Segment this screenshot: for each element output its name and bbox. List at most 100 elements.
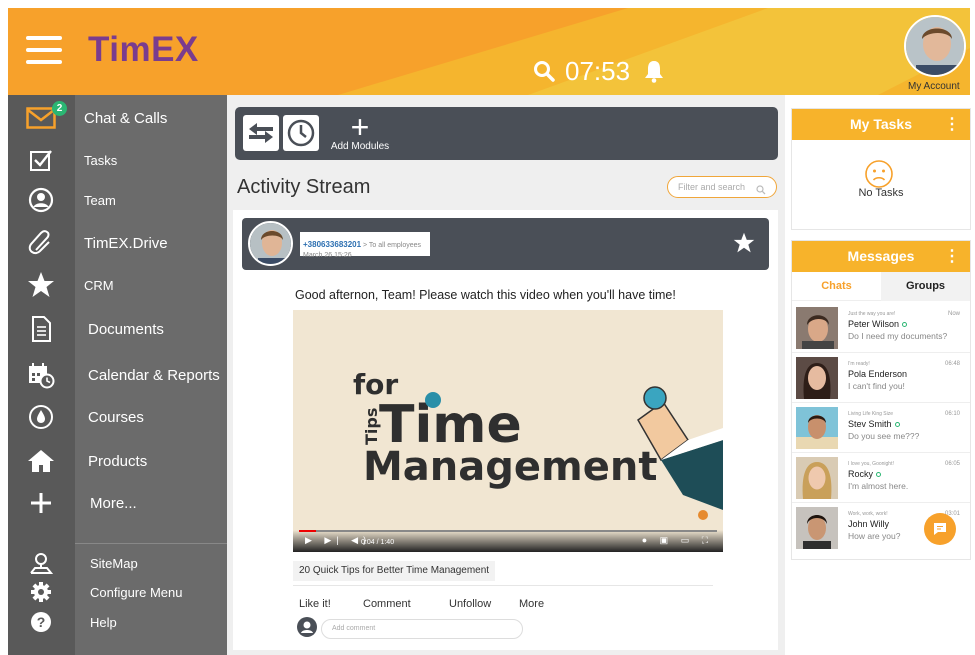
unfollow-button[interactable]: Unfollow bbox=[449, 598, 491, 610]
message-time: Now bbox=[947, 311, 960, 317]
message-item[interactable]: I'm ready! 06:48 Pola Enderson I can't f… bbox=[792, 353, 970, 403]
sidebar-item-documents[interactable]: Documents bbox=[8, 309, 227, 349]
contact-status: I'm ready! bbox=[848, 361, 870, 367]
add-modules-button[interactable]: + Add Modules bbox=[325, 111, 395, 157]
favorite-star-icon[interactable] bbox=[733, 232, 755, 259]
online-indicator-icon bbox=[894, 422, 900, 427]
contact-avatar bbox=[796, 507, 838, 549]
help-icon: ? bbox=[24, 607, 58, 637]
account-label[interactable]: My Account bbox=[908, 81, 960, 92]
video-right-controls[interactable]: ● ▣ ▭ ⛶ bbox=[642, 535, 713, 546]
more-button[interactable]: More bbox=[519, 598, 544, 610]
my-tasks-header: My Tasks ⋮ bbox=[792, 109, 970, 140]
contact-avatar bbox=[796, 307, 838, 349]
tab-chats[interactable]: Chats bbox=[792, 272, 881, 301]
no-tasks-text: No Tasks bbox=[858, 187, 904, 199]
sidebar: 2 Chat & Calls Tasks Team TimEX.Drive CR… bbox=[8, 95, 227, 655]
chat-bubble-icon bbox=[934, 523, 946, 535]
post-header: +380633683201 > To all employees March 2… bbox=[242, 218, 769, 270]
contact-avatar bbox=[796, 457, 838, 499]
message-time: 06:48 bbox=[944, 361, 960, 367]
activity-post: +380633683201 > To all employees March 2… bbox=[233, 210, 778, 650]
filter-placeholder: Filter and search bbox=[678, 182, 746, 192]
contact-status: I love you, Goonight! bbox=[848, 461, 894, 467]
online-indicator-icon bbox=[902, 322, 908, 327]
kebab-menu-icon[interactable]: ⋮ bbox=[944, 241, 960, 272]
messages-tabs: Chats Groups bbox=[792, 272, 970, 301]
drop-circle-icon bbox=[24, 402, 58, 432]
sidebar-item-calendar-reports[interactable]: Calendar & Reports bbox=[8, 355, 227, 395]
sidebar-item-crm[interactable]: CRM bbox=[8, 265, 227, 305]
message-preview: I can't find you! bbox=[848, 381, 905, 391]
author-avatar[interactable] bbox=[248, 221, 293, 266]
contact-status: Living Life King Size bbox=[848, 411, 894, 417]
sidebar-item-team[interactable]: Team bbox=[8, 180, 227, 220]
transfer-module-button[interactable] bbox=[243, 115, 279, 151]
messages-header: Messages ⋮ bbox=[792, 241, 970, 272]
sidebar-item-label: Documents bbox=[88, 320, 164, 338]
message-preview: Do you see me??? bbox=[848, 431, 920, 441]
sidebar-item-label: SiteMap bbox=[90, 555, 138, 571]
sidebar-item-label: CRM bbox=[84, 277, 114, 293]
message-preview: I'm almost here. bbox=[848, 481, 909, 491]
message-item[interactable]: Living Life King Size 06:10 Stev Smith D… bbox=[792, 403, 970, 453]
sidebar-item-label: TimEX.Drive bbox=[84, 234, 168, 252]
checkbox-icon bbox=[24, 145, 58, 175]
sidebar-item-courses[interactable]: Courses bbox=[8, 397, 227, 437]
kebab-menu-icon[interactable]: ⋮ bbox=[944, 109, 960, 140]
filter-search-input[interactable]: Filter and search bbox=[667, 176, 777, 198]
clock-module-button[interactable] bbox=[283, 115, 319, 151]
sidebar-item-chat-calls[interactable]: 2 Chat & Calls bbox=[8, 98, 227, 138]
video-player[interactable]: for Tips Time Management ▶ ▶| ◀) 0:04 / … bbox=[293, 310, 723, 552]
new-message-button[interactable] bbox=[924, 513, 956, 545]
clock-icon bbox=[287, 119, 315, 147]
mail-badge: 2 bbox=[52, 101, 67, 116]
add-modules-label: Add Modules bbox=[330, 141, 390, 152]
transfer-arrows-icon bbox=[249, 123, 273, 143]
user-avatar-icon bbox=[297, 617, 317, 637]
author-phone[interactable]: +380633683201 bbox=[303, 240, 361, 249]
bell-icon[interactable] bbox=[644, 59, 664, 83]
my-tasks-panel: My Tasks ⋮ No Tasks bbox=[791, 108, 971, 230]
sidebar-item-tasks[interactable]: Tasks bbox=[8, 140, 227, 180]
sidebar-item-drive[interactable]: TimEX.Drive bbox=[8, 223, 227, 263]
search-icon[interactable] bbox=[533, 60, 555, 82]
search-icon bbox=[756, 182, 766, 202]
sidebar-item-label: Tasks bbox=[84, 152, 118, 168]
contact-name: Peter Wilson bbox=[848, 319, 900, 329]
video-time: 0:04 / 1:40 bbox=[361, 539, 395, 546]
comment-input[interactable]: Add comment bbox=[321, 619, 523, 639]
account-avatar[interactable] bbox=[904, 15, 966, 77]
sidebar-item-more[interactable]: More... bbox=[8, 483, 227, 523]
sidebar-item-label: Help bbox=[90, 614, 117, 630]
online-indicator-icon bbox=[876, 472, 882, 477]
sidebar-item-label: More... bbox=[90, 494, 137, 512]
message-item[interactable]: Just the way you are! Now Peter Wilson D… bbox=[792, 303, 970, 353]
clock-time: 07:53 bbox=[565, 55, 631, 86]
menu-toggle-button[interactable] bbox=[26, 36, 62, 66]
sidebar-item-help[interactable]: ? Help bbox=[8, 602, 227, 642]
like-button[interactable]: Like it! bbox=[299, 598, 331, 610]
comment-button[interactable]: Comment bbox=[363, 598, 411, 610]
post-date: March 26 15:26 bbox=[303, 252, 352, 259]
header-center: 07:53 bbox=[533, 56, 664, 86]
video-progress-bar[interactable] bbox=[299, 530, 717, 532]
video-word-management: Management bbox=[363, 444, 657, 490]
message-item[interactable]: I love you, Goonight! 06:05 Rocky I'm al… bbox=[792, 453, 970, 503]
contact-status: Work, work, work! bbox=[848, 511, 888, 517]
tab-groups[interactable]: Groups bbox=[881, 272, 970, 301]
paperclip-icon bbox=[24, 228, 58, 258]
app-root: TimEX 07:53 My Account 2 Chat & Calls Ta… bbox=[0, 0, 975, 655]
video-thumbnail: for Tips Time Management bbox=[293, 310, 723, 552]
top-header: TimEX 07:53 My Account bbox=[8, 8, 970, 95]
video-title[interactable]: 20 Quick Tips for Better Time Management bbox=[293, 561, 496, 581]
sidebar-item-products[interactable]: Products bbox=[8, 441, 227, 481]
sidebar-item-label: Chat & Calls bbox=[84, 109, 168, 127]
home-icon bbox=[24, 446, 58, 476]
post-audience: To all employees bbox=[368, 242, 422, 249]
sidebar-item-label: Calendar & Reports bbox=[88, 366, 220, 384]
contact-name-row: Rocky bbox=[848, 469, 882, 479]
message-preview: Do I need my documents? bbox=[848, 331, 948, 341]
contact-name-row: Stev Smith bbox=[848, 419, 900, 429]
post-text: Good afternon, Team! Please watch this v… bbox=[295, 288, 676, 302]
